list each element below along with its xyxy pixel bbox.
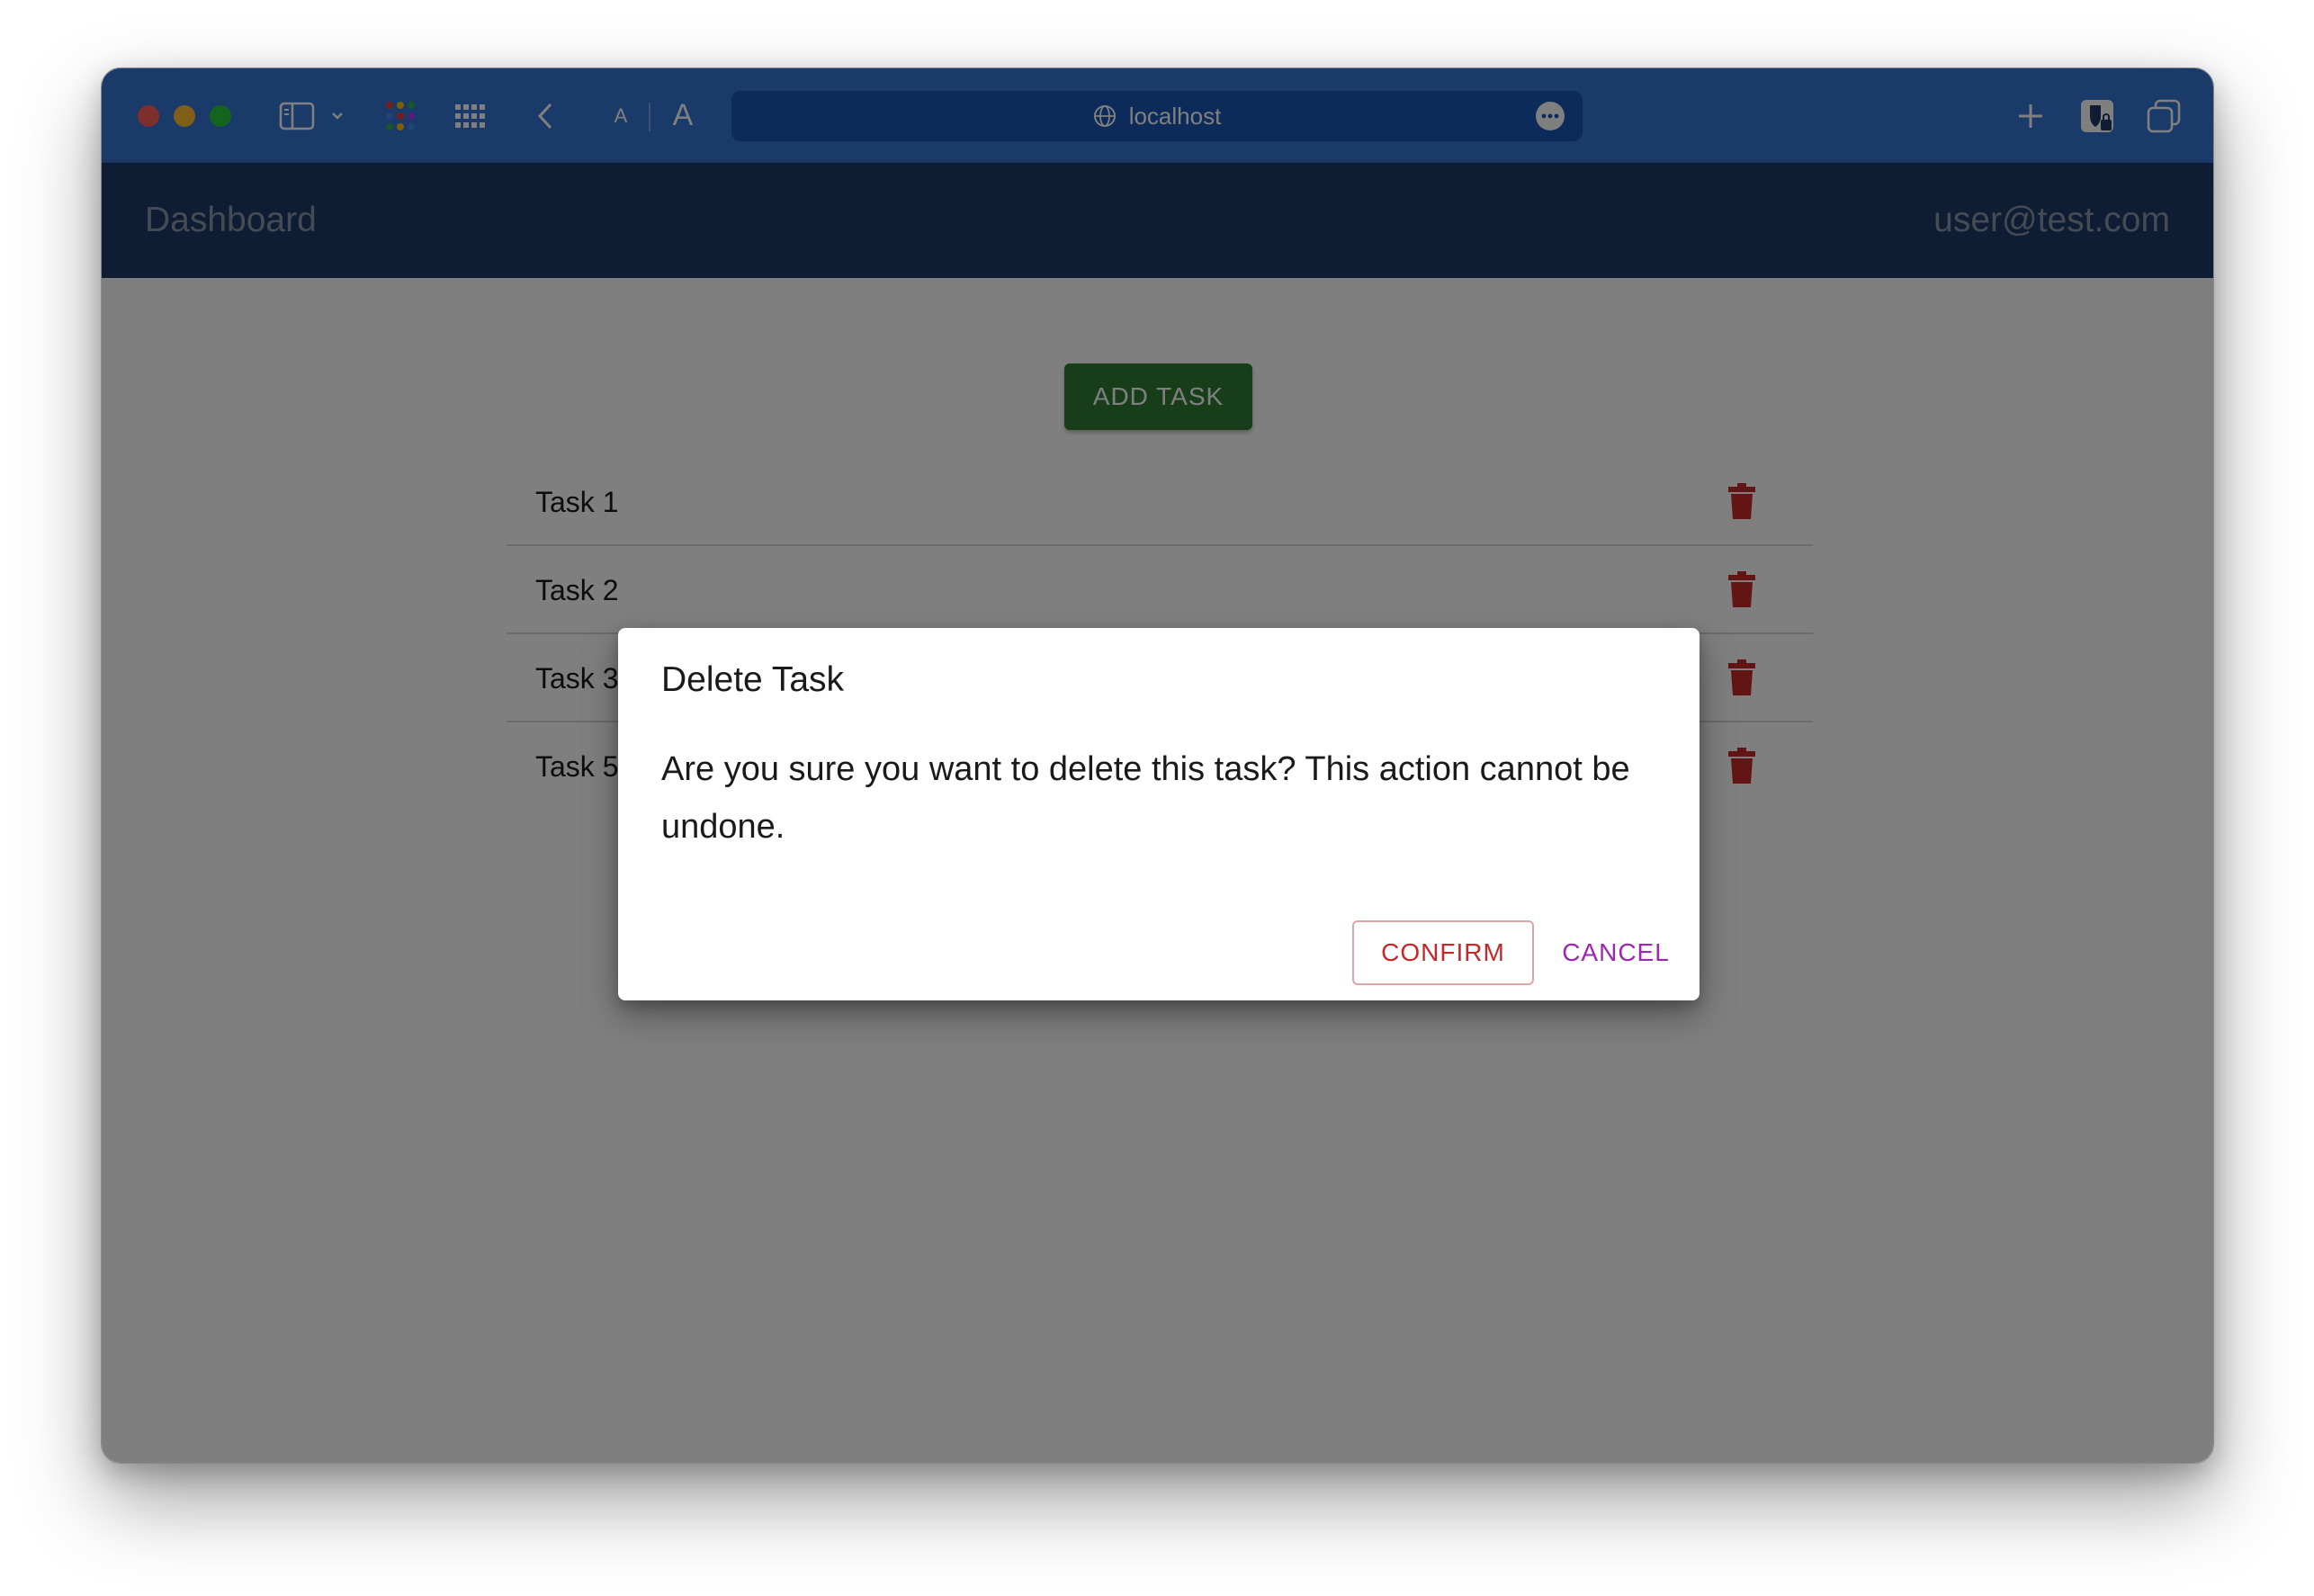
browser-window: A A localhost Dashboard user@test.com AD…: [101, 67, 2214, 1464]
dialog-message: Are you sure you want to delete this tas…: [661, 750, 1630, 846]
confirm-button[interactable]: CONFIRM: [1352, 920, 1534, 985]
cancel-button[interactable]: CANCEL: [1550, 920, 1682, 985]
delete-task-dialog: Delete Task Are you sure you want to del…: [618, 628, 1700, 1000]
dialog-title: Delete Task: [661, 660, 845, 699]
